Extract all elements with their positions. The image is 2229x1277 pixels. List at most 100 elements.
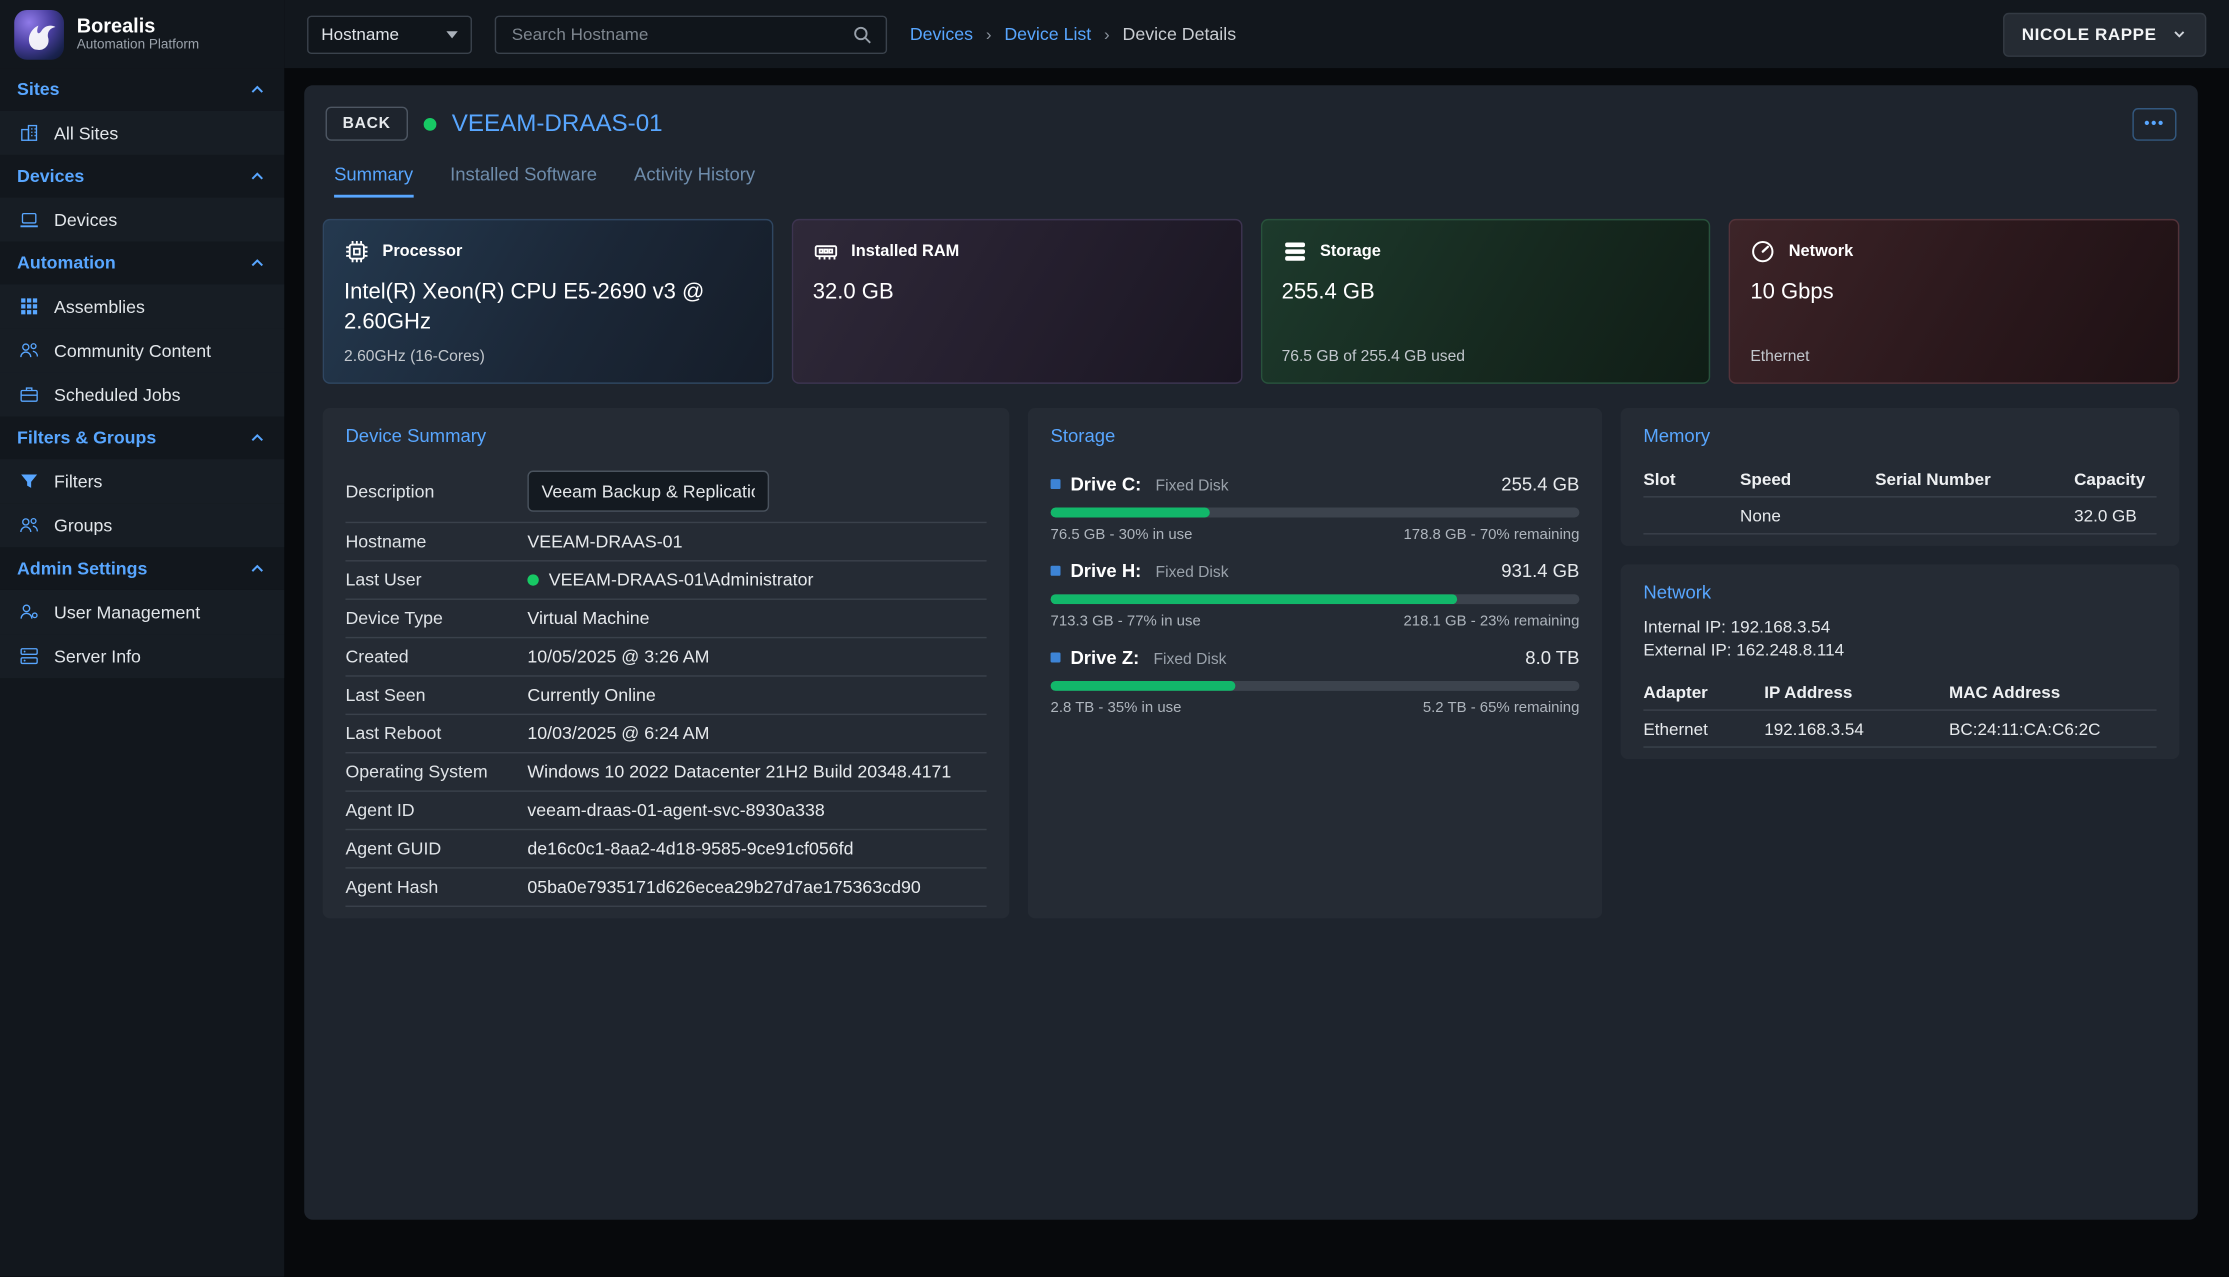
back-button[interactable]: BACK [326,107,408,141]
panel-title: Memory [1643,425,2156,446]
card-title: Processor [382,243,462,260]
cpu-icon [344,239,370,265]
user-menu-button[interactable]: NICOLE RAPPE [2003,12,2206,56]
sidebar-item-label: Assemblies [54,296,145,316]
panel-title: Network [1643,581,2156,602]
online-status-dot [423,117,436,130]
storage-icon [1282,239,1308,265]
tab-activity-history[interactable]: Activity History [634,163,755,197]
sidebar-item-community-content[interactable]: Community Content [0,328,284,372]
sidebar-item-label: Devices [54,210,117,230]
storage-card: Storage 255.4 GB 76.5 GB of 255.4 GB use… [1260,219,1710,384]
memory-table-header: Slot Speed Serial Number Capacity [1643,461,2156,498]
sidebar-item-groups[interactable]: Groups [0,503,284,547]
storage-value: 255.4 GB [1282,279,1680,309]
drive-h-usage-bar [1051,594,1580,604]
ram-card: Installed RAM 32.0 GB [791,219,1241,384]
device-details-panel: BACK VEEAM-DRAAS-01 ••• Summary Installe… [304,85,2198,1219]
breadcrumb-separator: › [986,24,992,44]
device-summary-panel: Device Summary Description Hostname VEEA… [323,408,1010,918]
processor-value: Intel(R) Xeon(R) CPU E5-2690 v3 @ 2.60GH… [344,279,742,338]
summary-row-description: Description [345,461,986,524]
sidebar-item-user-management[interactable]: User Management [0,590,284,634]
card-title: Storage [1320,243,1381,260]
summary-row-last-user: Last User VEEAM-DRAAS-01\Administrator [345,562,986,600]
summary-row-device-type: Device Type Virtual Machine [345,600,986,638]
card-title: Installed RAM [851,243,959,260]
card-title: Network [1789,243,1854,260]
chevron-down-icon [2171,26,2188,43]
hostname-search [495,15,887,53]
summary-row-hostname: Hostname VEEAM-DRAAS-01 [345,523,986,561]
tab-installed-software[interactable]: Installed Software [450,163,597,197]
drive-z: Drive Z: Fixed Disk 8.0 TB 2.8 TB - 35% … [1028,634,1602,721]
sidebar-item-scheduled-jobs[interactable]: Scheduled Jobs [0,372,284,416]
gauge-icon [1750,239,1776,265]
sidebar-item-label: User Management [54,602,200,622]
ram-footer [813,348,1221,366]
search-input[interactable] [509,23,843,46]
section-label: Admin Settings [17,559,147,579]
sidebar-item-filters[interactable]: Filters [0,459,284,503]
summary-row-agent-guid: Agent GUID de16c0c1-8aa2-4d18-9585-9ce91… [345,830,986,868]
rabbit-logo-icon [14,9,64,59]
chevron-down-icon [446,31,457,38]
external-ip: External IP: 162.248.8.114 [1643,640,2156,660]
sidebar-item-label: All Sites [54,123,118,143]
users-icon [18,515,39,536]
building-icon [18,122,39,143]
processor-footer: 2.60GHz (16-Cores) [344,348,752,366]
server-icon [18,645,39,666]
summary-row-operating-system: Operating System Windows 10 2022 Datacen… [345,753,986,791]
network-card: Network 10 Gbps Ethernet [1729,219,2179,384]
device-name-title: VEEAM-DRAAS-01 [452,109,663,137]
breadcrumb-device-details: Device Details [1123,24,1237,44]
topbar: Hostname Devices › Device List › Device … [284,0,2229,68]
breadcrumb-devices[interactable]: Devices [910,24,973,44]
description-input[interactable] [527,471,769,512]
sidebar-item-devices[interactable]: Devices [0,198,284,242]
online-status-dot [527,574,538,585]
breadcrumb-separator: › [1104,24,1110,44]
sidebar-section-admin-settings[interactable]: Admin Settings [0,547,284,590]
storage-footer: 76.5 GB of 255.4 GB used [1282,348,1690,366]
content-area: BACK VEEAM-DRAAS-01 ••• Summary Installe… [284,68,2229,1276]
sidebar-item-all-sites[interactable]: All Sites [0,111,284,155]
page-header: BACK VEEAM-DRAAS-01 ••• [323,107,2180,141]
used-text: 713.3 GB - 77% in use [1051,613,1201,630]
sidebar-section-devices[interactable]: Devices [0,155,284,198]
chevron-up-icon [247,80,267,100]
breadcrumb-device-list[interactable]: Device List [1004,24,1091,44]
laptop-icon [18,209,39,230]
summary-row-last-reboot: Last Reboot 10/03/2025 @ 6:24 AM [345,715,986,753]
drive-c: Drive C: Fixed Disk 255.4 GB 76.5 GB - 3… [1028,461,1602,548]
ram-value: 32.0 GB [813,279,1211,309]
brand-name: Borealis [77,15,199,37]
search-field-select-value: Hostname [321,24,399,44]
panel-title: Storage [1051,425,1580,446]
network-value: 10 Gbps [1750,279,2148,309]
sidebar-item-server-info[interactable]: Server Info [0,634,284,678]
funnel-icon [18,471,39,492]
search-icon[interactable] [852,23,873,44]
more-actions-button[interactable]: ••• [2132,107,2176,140]
section-label: Filters & Groups [17,428,156,448]
user-name: NICOLE RAPPE [2022,24,2157,44]
tab-summary[interactable]: Summary [334,163,413,197]
processor-card: Processor Intel(R) Xeon(R) CPU E5-2690 v… [323,219,773,384]
drive-c-usage-bar [1051,508,1580,518]
summary-row-agent-hash: Agent Hash 05ba0e7935171d626ecea29b27d7a… [345,869,986,907]
section-label: Devices [17,166,84,186]
sidebar-section-sites[interactable]: Sites [0,68,284,111]
breadcrumb: Devices › Device List › Device Details [910,24,1236,44]
detail-panels: Device Summary Description Hostname VEEA… [323,408,2180,918]
used-text: 76.5 GB - 30% in use [1051,526,1193,543]
drive-h: Drive H: Fixed Disk 931.4 GB 713.3 GB - … [1028,547,1602,634]
storage-panel: Storage Drive C: Fixed Disk 255.4 GB 76.… [1028,408,1602,918]
sidebar-section-filters-groups[interactable]: Filters & Groups [0,417,284,460]
sidebar-item-label: Server Info [54,646,141,666]
network-table-header: Adapter IP Address MAC Address [1643,674,2156,711]
sidebar-item-assemblies[interactable]: Assemblies [0,284,284,328]
sidebar-section-automation[interactable]: Automation [0,242,284,285]
search-field-select[interactable]: Hostname [307,15,472,53]
